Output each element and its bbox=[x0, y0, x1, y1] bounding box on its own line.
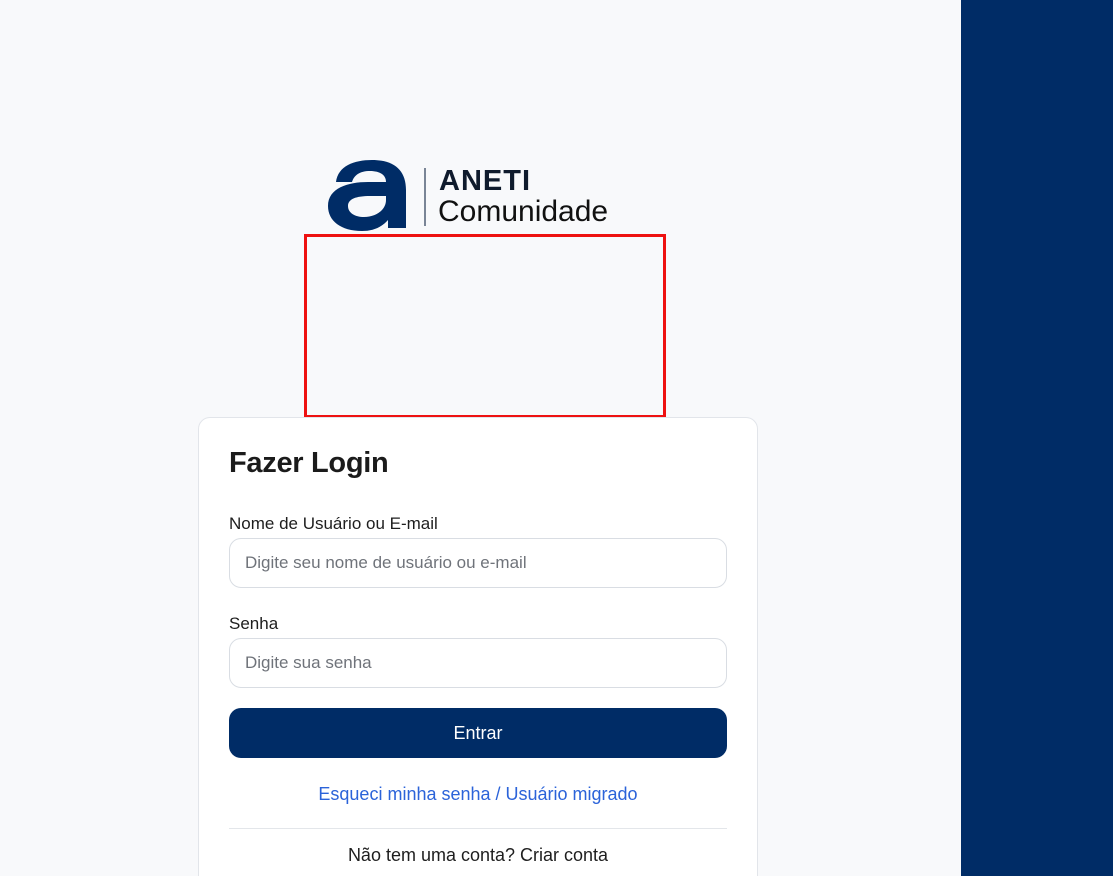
logo-brand-text: ANETI bbox=[439, 165, 531, 197]
logo-subtitle-text: Comunidade bbox=[438, 195, 609, 228]
signup-prompt: Não tem uma conta? bbox=[347, 845, 521, 865]
username-input[interactable] bbox=[229, 538, 727, 588]
highlight-box bbox=[304, 234, 666, 418]
aneti-logo-mark-icon bbox=[328, 160, 406, 231]
forgot-password-link[interactable]: Esqueci minha senha / Usuário migrado bbox=[199, 784, 757, 804]
password-input[interactable] bbox=[229, 638, 727, 688]
create-account-link[interactable]: Criar conta bbox=[520, 845, 608, 865]
aneti-logo: ANETI Comunidade bbox=[326, 158, 638, 232]
login-card: Fazer Login Nome de Usuário ou E-mail Se… bbox=[198, 417, 758, 876]
username-label: Nome de Usuário ou E-mail bbox=[229, 514, 438, 533]
login-page: ANETI Comunidade Fazer Login Nome de Usu… bbox=[0, 0, 1113, 876]
logo-divider bbox=[424, 168, 426, 226]
right-side-panel bbox=[961, 0, 1113, 876]
password-label: Senha bbox=[229, 614, 279, 633]
signup-row: Não tem uma conta? Criar conta bbox=[199, 845, 757, 865]
card-divider bbox=[229, 828, 727, 829]
login-submit-button[interactable]: Entrar bbox=[229, 708, 727, 758]
login-title: Fazer Login bbox=[229, 447, 389, 479]
